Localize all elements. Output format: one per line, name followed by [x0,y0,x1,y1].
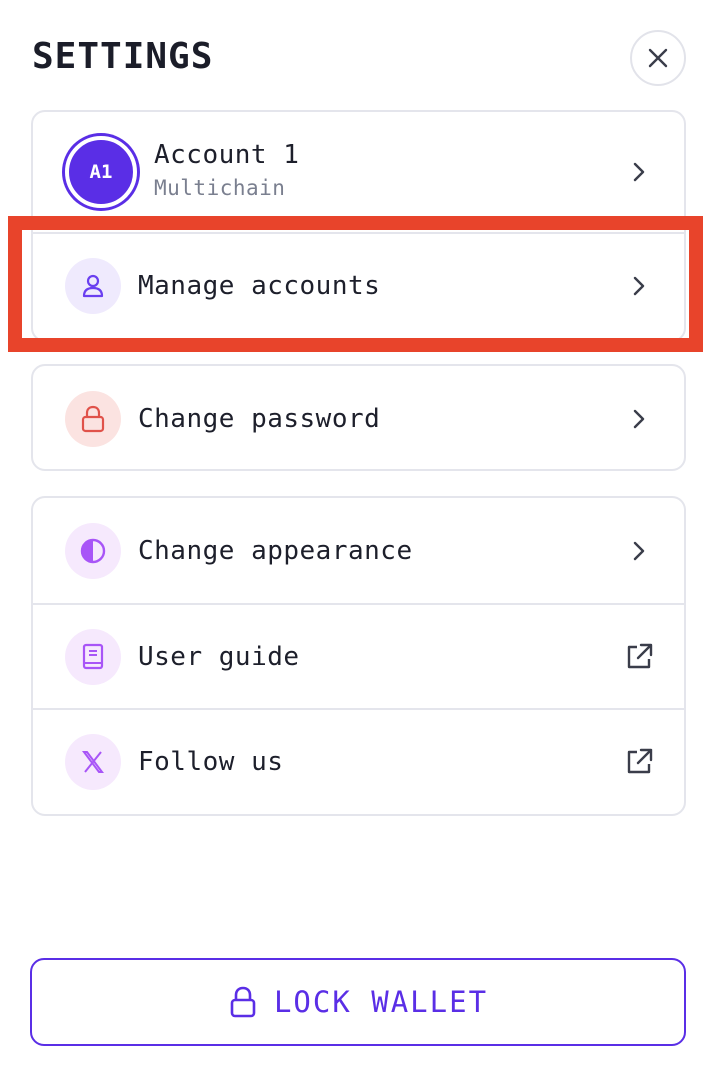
user-guide-row[interactable]: User guide [33,603,684,708]
close-button[interactable] [630,30,686,86]
lock-icon [65,390,121,447]
lock-icon [230,986,256,1018]
change-password-label: Change password [138,403,381,434]
chevron-right-icon [622,534,656,568]
change-password-row[interactable]: Change password [33,366,684,469]
close-icon [648,48,668,68]
lock-wallet-button[interactable]: LOCK WALLET [30,958,686,1046]
misc-card: Change appearance User guide Follow us [31,496,686,816]
settings-page: SETTINGS A1 Account 1 Multichain Manage … [0,0,718,1078]
contrast-icon [65,522,121,579]
external-link-icon [622,745,656,779]
account-row[interactable]: A1 Account 1 Multichain [33,112,684,232]
highlight-box [8,216,703,352]
lock-wallet-label: LOCK WALLET [273,985,489,1019]
x-logo-icon [65,733,121,790]
chevron-right-icon [622,402,656,436]
account-name: Account 1 [154,140,300,170]
follow-us-label: Follow us [138,746,284,777]
password-card: Change password [31,364,686,471]
chevron-right-icon [622,155,656,189]
change-appearance-label: Change appearance [138,535,413,566]
book-icon [65,628,121,685]
change-appearance-row[interactable]: Change appearance [33,498,684,603]
user-guide-label: User guide [138,641,300,672]
account-subtitle: Multichain [154,176,286,200]
follow-us-row[interactable]: Follow us [33,708,684,813]
external-link-icon [622,640,656,674]
avatar: A1 [65,136,137,208]
page-title: SETTINGS [32,36,214,77]
